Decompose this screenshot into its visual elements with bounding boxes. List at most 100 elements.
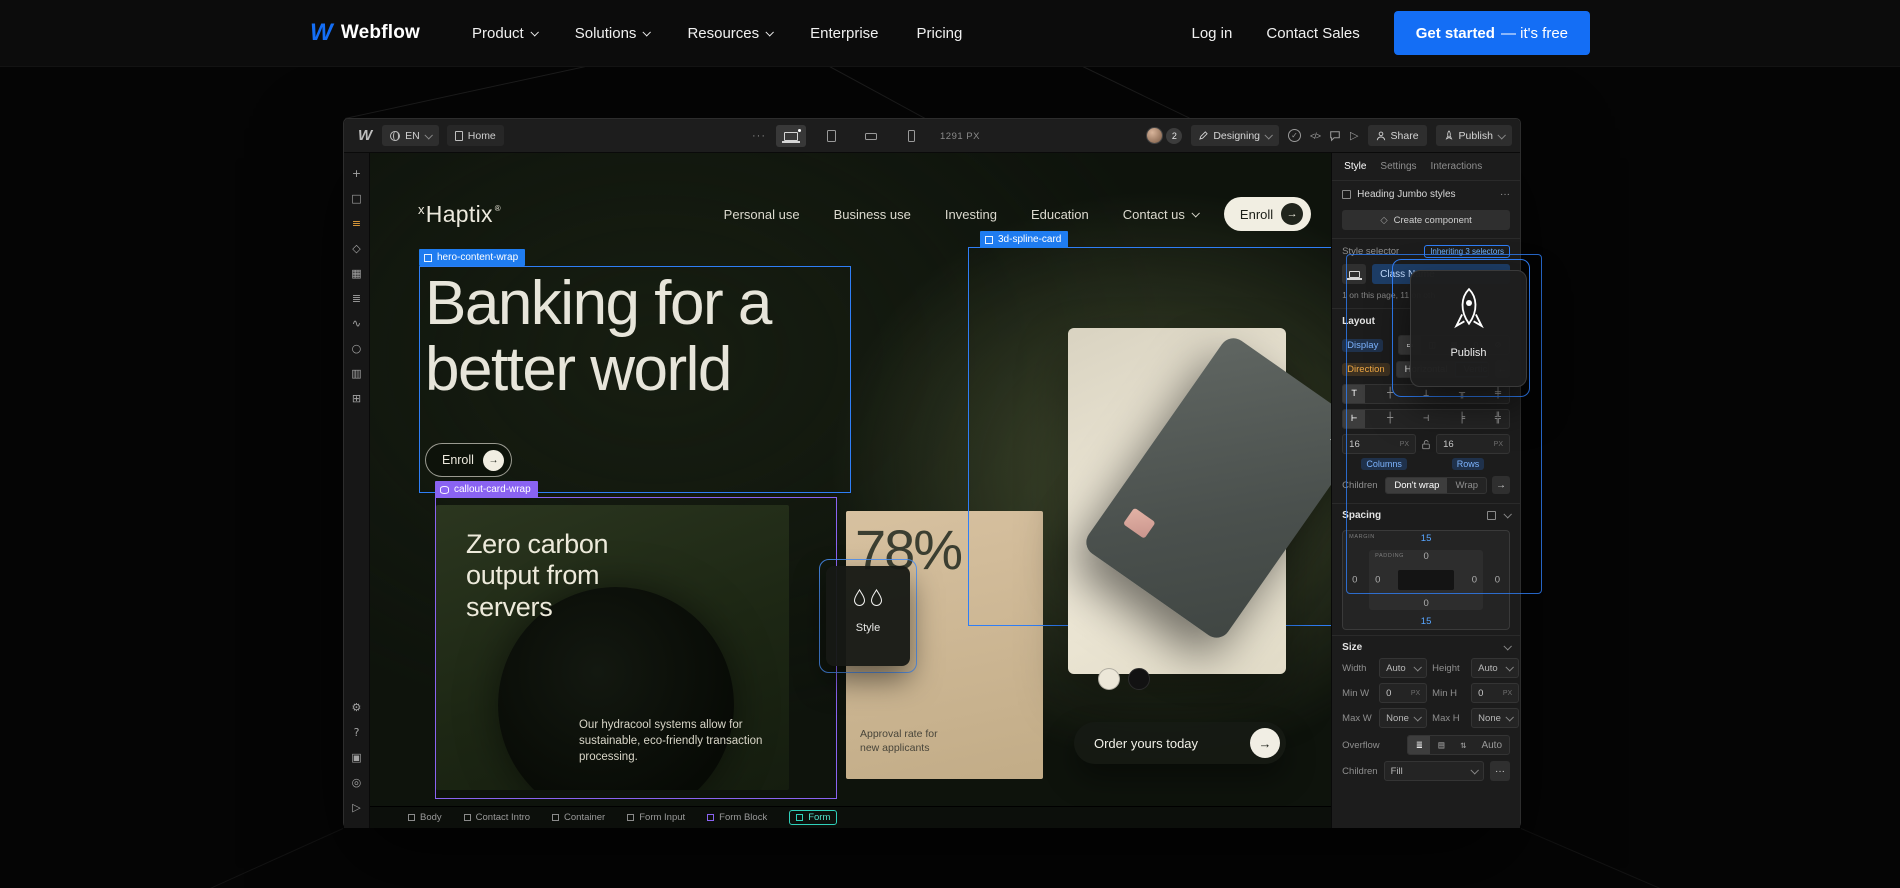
order-yours-today-button[interactable]: Order yours today →	[1074, 722, 1286, 764]
preview-play-icon[interactable]: ▷	[1350, 129, 1358, 142]
breakpoint-desktop-button[interactable]	[776, 125, 806, 147]
style-floating-card[interactable]: Style	[826, 566, 910, 666]
max-width-select[interactable]: None	[1379, 708, 1427, 728]
height-select[interactable]: Auto	[1471, 658, 1519, 678]
apps-icon[interactable]: ▦	[345, 261, 367, 286]
ecommerce-icon[interactable]: ⊞	[345, 386, 367, 411]
haptix-nav-personal-use[interactable]: Personal use	[724, 207, 800, 222]
breakpoint-phone-button[interactable]	[896, 125, 926, 147]
element-label-3d-spline-card[interactable]: 3d-spline-card	[980, 231, 1068, 248]
chevron-down-icon[interactable]	[1503, 510, 1511, 518]
pages-icon[interactable]: □	[345, 186, 367, 211]
comments-icon[interactable]	[1329, 130, 1341, 142]
margin-bottom-value[interactable]: 15	[1421, 616, 1432, 627]
unlock-icon[interactable]	[1421, 439, 1431, 450]
min-width-input[interactable]: 0PX	[1379, 683, 1427, 703]
breakpoint-indicator-button[interactable]	[1342, 264, 1366, 284]
margin-top-value[interactable]: 15	[1421, 533, 1432, 544]
color-toggle-cream[interactable]	[1098, 668, 1120, 690]
padding-left-value[interactable]: 0	[1375, 575, 1380, 586]
code-export-icon[interactable]: </>	[1310, 131, 1320, 141]
direction-property-label[interactable]: Direction	[1342, 363, 1390, 376]
page-selector[interactable]: Home	[447, 125, 504, 146]
size-section-header[interactable]: Size	[1342, 642, 1362, 653]
align-stretch-icon[interactable]: ╥	[1451, 385, 1473, 403]
align-start-icon[interactable]: ⊤	[1343, 385, 1365, 403]
overflow-scroll-icon[interactable]: ⇅	[1452, 736, 1474, 754]
wrap-reverse-button[interactable]: →	[1492, 476, 1510, 494]
nav-item-enterprise[interactable]: Enterprise	[810, 25, 878, 42]
haptix-nav-investing[interactable]: Investing	[945, 207, 997, 222]
breadcrumb-container[interactable]: Container	[552, 812, 605, 823]
cms-icon[interactable]: ≣	[345, 286, 367, 311]
rows-label[interactable]: Rows	[1452, 458, 1485, 470]
padding-bottom-value[interactable]: 0	[1423, 598, 1428, 609]
overflow-hidden-icon[interactable]: ▤	[1430, 736, 1452, 754]
assets-icon[interactable]: ▥	[345, 361, 367, 386]
create-component-button[interactable]: ◇ Create component	[1342, 210, 1510, 230]
designer-webflow-menu[interactable]: W	[358, 127, 372, 144]
max-height-select[interactable]: None	[1471, 708, 1519, 728]
element-label-hero-content-wrap[interactable]: hero-content-wrap	[419, 249, 525, 266]
nav-item-product[interactable]: Product	[472, 25, 537, 42]
video-tutorials-icon[interactable]: ▷	[345, 795, 367, 820]
spacing-section-header[interactable]: Spacing	[1342, 510, 1381, 521]
children-more-button[interactable]: ···	[1490, 761, 1510, 781]
interactions-icon[interactable]: ∿	[345, 311, 367, 336]
more-breakpoints-icon[interactable]: ···	[752, 130, 766, 142]
align-end-icon[interactable]: ⊥	[1415, 385, 1437, 403]
breakpoint-phone-landscape-button[interactable]	[856, 125, 886, 147]
locale-selector[interactable]: EN	[382, 125, 439, 146]
haptix-logo[interactable]: x Haptix ®	[418, 201, 501, 228]
breadcrumb-contact-intro[interactable]: Contact Intro	[464, 812, 530, 823]
haptix-nav-contact-us[interactable]: Contact us	[1123, 207, 1198, 222]
publish-floating-card[interactable]: Publish	[1410, 270, 1527, 387]
breakpoint-tablet-button[interactable]	[816, 125, 846, 147]
inheriting-selectors-chip[interactable]: Inheriting 3 selectors	[1424, 245, 1510, 258]
hero-enroll-button[interactable]: Enroll →	[425, 443, 512, 477]
padding-right-value[interactable]: 0	[1472, 575, 1477, 586]
justify-end-icon[interactable]: ⊣	[1415, 410, 1437, 428]
more-options-icon[interactable]: ···	[1500, 189, 1510, 200]
justify-between-icon[interactable]: ╞	[1451, 410, 1473, 428]
children-fill-select[interactable]: Fill	[1384, 761, 1484, 781]
tab-style[interactable]: Style	[1344, 161, 1366, 172]
align-baseline-icon[interactable]: ╪	[1487, 385, 1509, 403]
settings-gear-icon[interactable]: ⚙	[345, 695, 367, 720]
login-link[interactable]: Log in	[1191, 25, 1232, 42]
collaborator-count-badge[interactable]: 2	[1166, 128, 1182, 144]
breadcrumb-body[interactable]: Body	[408, 812, 442, 823]
column-gap-input[interactable]: 16PX	[1342, 434, 1416, 454]
webflow-logo[interactable]: W Webflow	[310, 21, 420, 45]
users-icon[interactable]: ○	[345, 336, 367, 361]
audit-panel-icon[interactable]: ▣	[345, 745, 367, 770]
contact-sales-link[interactable]: Contact Sales	[1266, 25, 1359, 42]
justify-start-icon[interactable]: ⊢	[1343, 410, 1365, 428]
nav-item-solutions[interactable]: Solutions	[575, 25, 650, 42]
align-center-icon[interactable]: ┼	[1379, 385, 1401, 403]
audit-check-icon[interactable]: ✓	[1288, 129, 1301, 142]
margin-right-value[interactable]: 0	[1495, 575, 1500, 586]
element-label-callout-card-wrap[interactable]: callout-card-wrap	[435, 481, 538, 498]
navigator-icon[interactable]: ≡	[345, 211, 367, 236]
chevron-down-icon[interactable]	[1503, 642, 1511, 650]
margin-left-value[interactable]: 0	[1352, 575, 1357, 586]
tab-interactions[interactable]: Interactions	[1431, 161, 1483, 172]
collaborator-avatar[interactable]	[1146, 127, 1163, 144]
nav-item-pricing[interactable]: Pricing	[917, 25, 963, 42]
overflow-auto-option[interactable]: Auto	[1474, 736, 1509, 754]
columns-label[interactable]: Columns	[1361, 458, 1407, 470]
breadcrumb-form[interactable]: Form	[789, 810, 837, 825]
row-gap-input[interactable]: 16PX	[1436, 434, 1510, 454]
wrap-option[interactable]: Wrap	[1447, 478, 1486, 493]
mode-dropdown[interactable]: Designing	[1191, 125, 1279, 146]
publish-button[interactable]: Publish	[1436, 125, 1512, 146]
add-elements-icon[interactable]: +	[345, 161, 367, 186]
haptix-nav-business-use[interactable]: Business use	[834, 207, 911, 222]
breadcrumb-form-block[interactable]: Form Block	[707, 812, 767, 823]
justify-center-icon[interactable]: ┼	[1379, 410, 1401, 428]
dont-wrap-option[interactable]: Don't wrap	[1386, 478, 1447, 493]
overflow-visible-icon[interactable]: ≣	[1408, 736, 1430, 754]
color-toggle-black[interactable]	[1128, 668, 1150, 690]
layout-section-header[interactable]: Layout	[1342, 316, 1375, 327]
